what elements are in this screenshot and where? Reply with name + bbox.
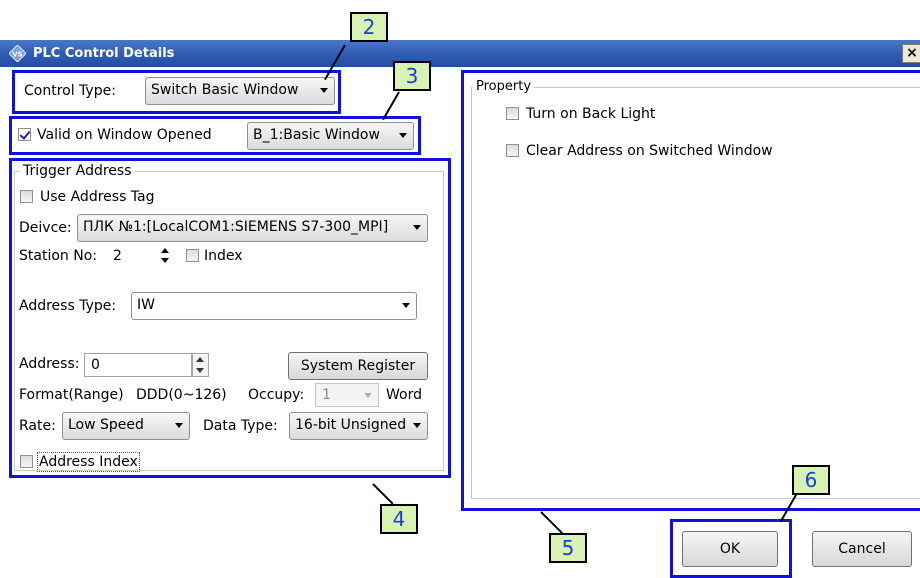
- data-type-dropdown[interactable]: 16-bit Unsigned: [289, 412, 428, 440]
- rate-dropdown[interactable]: Low Speed: [62, 412, 190, 440]
- address-index-checkbox[interactable]: [20, 455, 33, 468]
- clear-address-label: Clear Address on Switched Window: [526, 143, 773, 159]
- occupy-dropdown[interactable]: 1: [315, 383, 379, 407]
- address-spinner[interactable]: [192, 353, 209, 377]
- property-label: Property: [473, 79, 535, 95]
- system-register-button[interactable]: System Register: [288, 352, 428, 380]
- spin-down-icon: [161, 258, 169, 263]
- window-title: PLC Control Details: [33, 46, 175, 61]
- control-type-value: Switch Basic Window: [151, 82, 299, 98]
- occupy-label: Occupy:: [248, 387, 305, 403]
- station-no-input[interactable]: 2: [108, 244, 158, 268]
- control-type-dropdown[interactable]: Switch Basic Window: [145, 77, 335, 105]
- back-light-checkbox[interactable]: [506, 107, 519, 120]
- station-no-label: Station No:: [19, 248, 97, 264]
- ok-button[interactable]: OK: [682, 531, 778, 567]
- data-type-label: Data Type:: [203, 418, 278, 434]
- chevron-down-icon: [399, 133, 407, 138]
- chevron-down-icon: [413, 225, 421, 230]
- address-type-dropdown[interactable]: IW: [131, 292, 417, 320]
- device-dropdown[interactable]: ПЛК №1:[LocalCOM1:SIEMENS S7-300_MPI]: [77, 214, 428, 242]
- chevron-down-icon: [413, 423, 421, 428]
- valid-on-window-label: Valid on Window Opened: [37, 127, 212, 143]
- valid-on-window-checkbox[interactable]: [18, 128, 31, 141]
- svg-text:VS: VS: [12, 51, 22, 59]
- use-address-tag-label: Use Address Tag: [40, 189, 155, 205]
- spin-up-icon: [196, 357, 204, 362]
- back-light-label: Turn on Back Light: [526, 106, 656, 122]
- index-label: Index: [204, 248, 243, 264]
- window-select-value: B_1:Basic Window: [253, 127, 380, 143]
- callout-6: 6: [792, 465, 830, 495]
- callout-2: 2: [350, 12, 388, 42]
- address-type-label: Address Type:: [19, 298, 117, 314]
- address-type-value: IW: [137, 297, 155, 313]
- data-type-value: 16-bit Unsigned: [295, 417, 407, 433]
- chevron-down-icon: [320, 88, 328, 93]
- address-label: Address:: [19, 356, 80, 372]
- occupy-value: 1: [322, 387, 331, 403]
- chevron-down-icon: [364, 393, 372, 398]
- chevron-down-icon: [402, 303, 410, 308]
- clear-address-checkbox[interactable]: [506, 144, 519, 157]
- format-value: DDD(0~126): [136, 387, 227, 403]
- device-label: Deivce:: [19, 220, 72, 236]
- close-button[interactable]: ×: [902, 44, 920, 63]
- address-index-label: Address Index: [37, 452, 140, 472]
- spin-up-icon: [161, 248, 169, 253]
- window-select-dropdown[interactable]: B_1:Basic Window: [247, 122, 414, 150]
- control-type-label: Control Type:: [24, 83, 116, 99]
- occupy-unit: Word: [386, 387, 422, 403]
- use-address-tag-checkbox[interactable]: [20, 190, 33, 203]
- chevron-down-icon: [175, 423, 183, 428]
- device-value: ПЛК №1:[LocalCOM1:SIEMENS S7-300_MPI]: [83, 219, 389, 235]
- trigger-address-label: Trigger Address: [20, 163, 135, 179]
- cancel-button[interactable]: Cancel: [812, 531, 912, 567]
- callout-4: 4: [380, 504, 418, 534]
- format-label: Format(Range): [19, 387, 124, 403]
- callout-5: 5: [549, 533, 587, 563]
- title-bar: VS PLC Control Details ×: [0, 40, 920, 67]
- index-checkbox[interactable]: [186, 249, 199, 262]
- spin-down-icon: [196, 368, 204, 373]
- app-icon: VS: [9, 45, 26, 62]
- address-input[interactable]: 0: [84, 353, 192, 377]
- station-no-spinner[interactable]: [158, 245, 172, 267]
- callout-3: 3: [393, 61, 431, 91]
- rate-value: Low Speed: [68, 417, 144, 433]
- rate-label: Rate:: [19, 418, 56, 434]
